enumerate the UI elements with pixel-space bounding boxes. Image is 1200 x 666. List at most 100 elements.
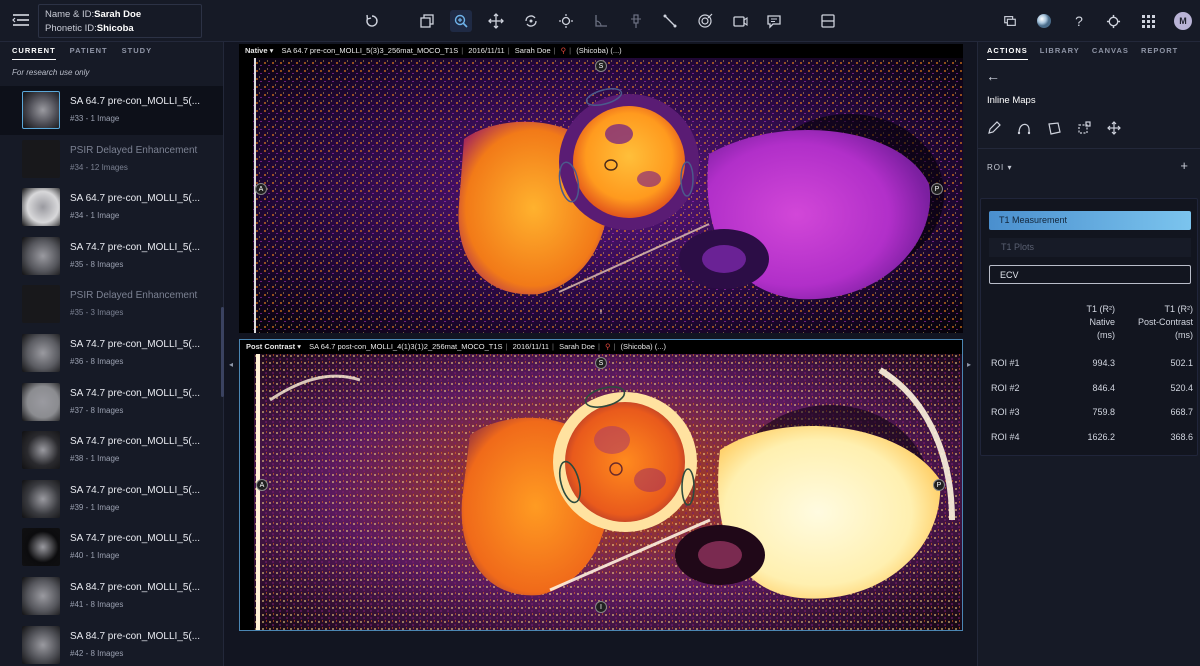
rectangle-roi-icon[interactable] xyxy=(1076,120,1092,136)
t1-measurement-button[interactable]: T1 Measurement xyxy=(989,211,1191,230)
patient-name: Sarah Doe xyxy=(559,342,595,351)
add-roi-icon[interactable]: + xyxy=(1180,158,1188,173)
series-title: PSIR Delayed Enhancement xyxy=(70,144,198,156)
list-item[interactable]: SA 74.7 pre-con_MOLLI_5(... #37 - 8 Image… xyxy=(0,378,223,427)
probe-icon[interactable] xyxy=(625,10,647,32)
viewport-post-contrast[interactable]: Post Contrast ▾ SA 64.7 post-con_MOLLI_4… xyxy=(239,339,963,631)
help-icon[interactable]: ? xyxy=(1069,11,1089,31)
list-item[interactable]: SA 84.7 pre-con_MOLLI_5(... #41 - 8 Image… xyxy=(0,572,223,621)
list-item[interactable]: SA 74.7 pre-con_MOLLI_5(... #35 - 8 Image… xyxy=(0,232,223,281)
list-item[interactable]: SA 64.7 pre-con_MOLLI_5(... #34 - 1 Image xyxy=(0,183,223,232)
research-note: For research use only xyxy=(12,68,90,77)
back-arrow-icon[interactable]: ← xyxy=(986,68,1000,84)
layers-icon[interactable] xyxy=(416,10,438,32)
column-header: Native xyxy=(1089,317,1115,327)
globe-icon[interactable] xyxy=(1034,11,1054,31)
series-title: SA 74.7 pre-con_MOLLI_5(... xyxy=(70,338,201,350)
table-row[interactable]: ROI #2 846.4 520.4 xyxy=(981,376,1197,401)
phonetic-id: Shicoba xyxy=(96,23,134,34)
series-list: SA 64.7 pre-con_MOLLI_5(... #33 - 1 Image… xyxy=(0,86,223,666)
roi-icon[interactable] xyxy=(694,10,716,32)
roi-dropdown[interactable]: ROI ▾ xyxy=(987,163,1012,172)
series-count: #42 - 8 Images xyxy=(70,648,124,658)
series-thumbnail xyxy=(22,625,60,664)
pan-icon[interactable] xyxy=(485,10,507,32)
series-count: #36 - 8 Images xyxy=(70,356,124,366)
tab-current[interactable]: CURRENT xyxy=(12,46,56,60)
list-item[interactable]: SA 74.7 pre-con_MOLLI_5(... #39 - 1 Image xyxy=(0,475,223,524)
phonetic-id-label: Phonetic ID: xyxy=(45,23,97,34)
freehand-roi-icon[interactable] xyxy=(1046,120,1062,136)
series-thumbnail xyxy=(22,333,60,372)
column-header: T1 (R²) xyxy=(1086,304,1116,314)
series-thumbnail xyxy=(22,528,60,567)
patient-alias: (Shicoba) xyxy=(620,342,653,351)
layout-icon[interactable] xyxy=(817,10,839,32)
list-item[interactable]: PSIR Delayed Enhancement #35 - 3 Images xyxy=(0,280,223,329)
series-count: #33 - 1 Image xyxy=(70,114,120,123)
list-item[interactable]: SA 74.7 pre-con_MOLLI_5(... #40 - 1 Image xyxy=(0,523,223,572)
window-level-icon[interactable] xyxy=(555,10,577,32)
ecv-button[interactable]: ECV xyxy=(989,265,1191,284)
mri-image xyxy=(240,340,962,630)
avatar[interactable]: M xyxy=(1174,12,1192,30)
list-item[interactable]: SA 84.7 pre-con_MOLLI_5(... #42 - 8 Image… xyxy=(0,621,223,666)
series-title: SA 64.7 pre-con_MOLLI_5(... xyxy=(70,193,201,205)
collapse-left-icon[interactable]: ◂ xyxy=(229,360,233,369)
viewport-header: Native ▾ SA 64.7 pre-con_MOLLI_5(3)3_256… xyxy=(239,44,963,58)
chat-icon[interactable] xyxy=(1000,11,1020,31)
column-header: (ms) xyxy=(1097,330,1115,340)
viewport-mode[interactable]: Native xyxy=(245,46,268,55)
rotate-icon[interactable] xyxy=(520,10,542,32)
tab-study[interactable]: STUDY xyxy=(122,46,152,60)
orientation-top: S xyxy=(595,357,607,369)
list-item[interactable]: SA 74.7 pre-con_MOLLI_5(... #38 - 1 Image xyxy=(0,426,223,475)
series-count: #34 - 1 Image xyxy=(70,211,120,221)
column-header: (ms) xyxy=(1175,330,1193,340)
chevron-down-icon: ▾ xyxy=(1004,163,1013,172)
series-count: #35 - 8 Images xyxy=(70,259,124,269)
table-row[interactable]: ROI #1 994.3 502.1 xyxy=(981,351,1197,376)
series-thumbnail xyxy=(22,139,60,178)
length-icon[interactable] xyxy=(659,10,681,32)
video-icon[interactable] xyxy=(729,10,751,32)
apps-grid-icon[interactable] xyxy=(1138,11,1158,31)
curve-icon[interactable] xyxy=(1016,120,1032,136)
t1-post-value: 368.6 xyxy=(1170,431,1193,442)
tab-library[interactable]: LIBRARY xyxy=(1040,46,1080,60)
t1-plots-button[interactable]: T1 Plots xyxy=(989,238,1191,257)
tab-actions[interactable]: ACTIONS xyxy=(987,46,1028,60)
angle-icon[interactable] xyxy=(590,10,612,32)
t1-native-value: 994.3 xyxy=(1092,358,1115,369)
zoom-icon[interactable] xyxy=(450,10,472,32)
t1-post-value: 502.1 xyxy=(1170,358,1193,369)
series-title: SA 64.7 pre-con_MOLLI_5(... xyxy=(70,96,201,107)
orientation-bottom: I xyxy=(600,308,602,316)
series-thumbnail xyxy=(22,236,60,275)
move-roi-icon[interactable] xyxy=(1106,120,1122,136)
viewport-header: Post Contrast ▾ SA 64.7 post-con_MOLLI_4… xyxy=(240,340,962,354)
table-row[interactable]: ROI #4 1626.2 368.6 xyxy=(981,425,1197,450)
series-count: #40 - 1 Image xyxy=(70,551,120,561)
collapse-right-icon[interactable]: ▸ xyxy=(967,360,971,369)
more-info[interactable]: (...) xyxy=(610,46,621,55)
pencil-icon[interactable] xyxy=(986,120,1002,136)
list-item[interactable]: SA 64.7 pre-con_MOLLI_5(... #33 - 1 Image xyxy=(0,86,223,135)
tab-canvas[interactable]: CANVAS xyxy=(1092,46,1129,60)
tab-report[interactable]: REPORT xyxy=(1141,46,1178,60)
scrollbar[interactable] xyxy=(221,307,224,397)
annotation-icon[interactable] xyxy=(763,10,785,32)
viewport-mode[interactable]: Post Contrast xyxy=(246,342,295,351)
series-count: #38 - 1 Image xyxy=(70,454,120,464)
pin-icon: ⚲ xyxy=(605,342,611,351)
more-info[interactable]: (...) xyxy=(655,342,666,351)
list-item[interactable]: SA 74.7 pre-con_MOLLI_5(... #36 - 8 Image… xyxy=(0,329,223,378)
reset-icon[interactable] xyxy=(361,10,383,32)
settings-icon[interactable] xyxy=(1103,11,1123,31)
list-item[interactable]: PSIR Delayed Enhancement #34 - 12 Images xyxy=(0,135,223,184)
viewport-native[interactable]: Native ▾ SA 64.7 pre-con_MOLLI_5(3)3_256… xyxy=(239,44,963,333)
menu-icon[interactable] xyxy=(12,12,30,28)
tab-patient[interactable]: PATIENT xyxy=(70,46,108,60)
table-row[interactable]: ROI #3 759.8 668.7 xyxy=(981,400,1197,425)
study-date: 2016/11/11 xyxy=(468,46,505,55)
